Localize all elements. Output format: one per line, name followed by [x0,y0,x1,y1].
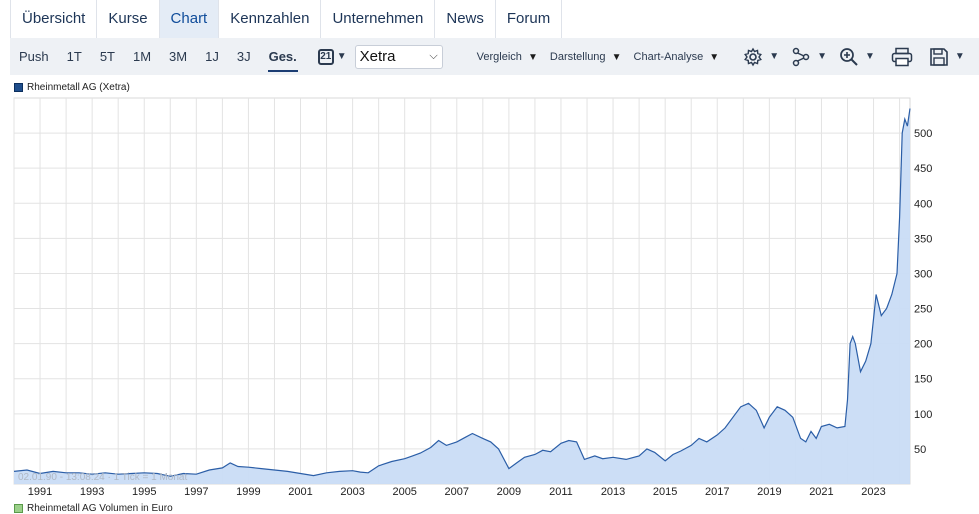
x-tick-label: 2007 [445,486,469,498]
x-tick-label: 2017 [705,486,729,498]
y-tick-label: 400 [914,198,932,210]
x-tick-label: 2021 [809,486,833,498]
y-tick-label: 500 [914,128,932,140]
x-tick-label: 2013 [601,486,625,498]
x-tick-label: 2003 [340,486,364,498]
x-tick-label: 2023 [861,486,885,498]
y-tick-label: 250 [914,304,932,316]
y-tick-label: 450 [914,163,932,175]
x-tick-label: 2005 [392,486,416,498]
y-tick-label: 200 [914,339,932,351]
price-chart[interactable]: 1991 1993 1995 1997 1999 2001 2003 2005 2007 2009… [0,0,979,510]
x-tick-label: 2009 [497,486,521,498]
y-tick-label: 150 [914,374,932,386]
x-tick-label: 1995 [132,486,156,498]
volume-swatch [14,504,23,513]
x-tick-label: 2015 [653,486,677,498]
x-tick-label: 1993 [80,486,104,498]
x-tick-label: 2019 [757,486,781,498]
y-tick-label: 350 [914,233,932,245]
y-tick-label: 50 [914,444,926,456]
y-tick-label: 100 [914,409,932,421]
volume-legend: Rheinmetall AG Volumen in Euro [14,503,173,514]
volume-legend-label: Rheinmetall AG Volumen in Euro [27,503,173,514]
chart-watermark: 02.01.90 - 13:08:24 · 1 Tick = 1 Monat [18,472,187,483]
x-tick-label: 2011 [549,486,573,498]
x-tick-label: 1999 [236,486,260,498]
x-tick-label: 1997 [184,486,208,498]
x-tick-label: 1991 [28,486,52,498]
x-tick-label: 2001 [288,486,312,498]
y-tick-label: 300 [914,268,932,280]
